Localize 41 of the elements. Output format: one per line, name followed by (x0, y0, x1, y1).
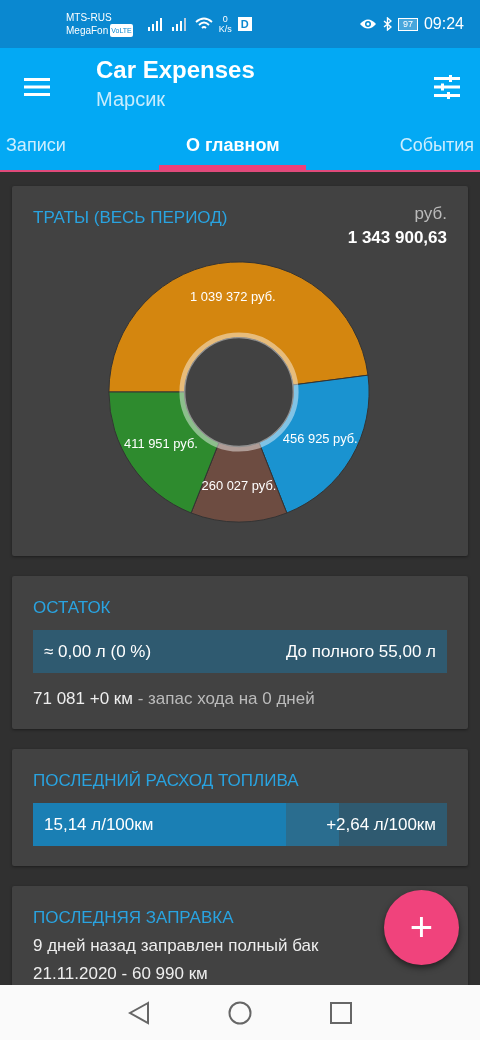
tab[interactable]: О главном (158, 125, 307, 170)
currency-label: руб. (414, 204, 447, 224)
card-title: ПОСЛЕДНЯЯ ЗАПРАВКА (33, 908, 234, 928)
notification-badge: D (237, 17, 252, 31)
signal-icon (170, 17, 189, 31)
speed-value: 0 (222, 14, 228, 24)
back-icon[interactable] (128, 1000, 150, 1025)
range-text: - запас хода на 0 дней (137, 689, 315, 708)
bluetooth-icon (382, 17, 392, 31)
signal-icon (146, 17, 165, 31)
fuel-amount: ≈ 0,00 л (0 %) (44, 641, 152, 662)
consumption-delta: +2,64 л/100км (326, 814, 436, 835)
wifi-icon (194, 17, 213, 31)
refuel-text: 21.11.2020 - 60 990 км (33, 964, 209, 984)
card-title: ТРАТЫ (ВЕСЬ ПЕРИОД) (33, 208, 228, 228)
value-label: 411 951 руб. (124, 436, 198, 452)
tab[interactable]: Записи (0, 125, 72, 170)
car-name[interactable]: Марсик (96, 88, 434, 111)
to-full-amount: До полного 55,00 л (285, 641, 436, 662)
value-label: 456 925 руб. (282, 431, 358, 447)
carrier-name: MTS-RUS (66, 11, 113, 24)
odometer: 71 081 +0 км (33, 689, 133, 708)
value-label: 1 039 372 руб. (190, 289, 276, 305)
refuel-text: 9 дней назад заправлен полный бак (33, 936, 320, 956)
home-icon[interactable] (228, 1000, 252, 1025)
donut-slice[interactable] (108, 261, 369, 393)
sliders-icon[interactable] (434, 74, 460, 99)
value-label: 260 027 руб. (201, 477, 277, 493)
speed-unit: K/s (218, 24, 232, 34)
tab[interactable]: События (393, 125, 480, 170)
clock: 09:24 (423, 15, 464, 33)
eye-icon (358, 18, 377, 30)
total-amount: 1 343 900,63 (347, 228, 447, 248)
card-title: ПОСЛЕДНИЙ РАСХОД ТОПЛИВА (33, 771, 299, 791)
battery-level: 97 (397, 17, 418, 31)
recents-icon[interactable] (330, 1001, 352, 1024)
card-title: ОСТАТОК (33, 598, 111, 618)
menu-icon[interactable] (24, 76, 50, 97)
consumption-value: 15,14 л/100км (44, 814, 154, 835)
app-title: Car Expenses (96, 56, 256, 84)
carrier-name: MegaFon (66, 24, 109, 37)
